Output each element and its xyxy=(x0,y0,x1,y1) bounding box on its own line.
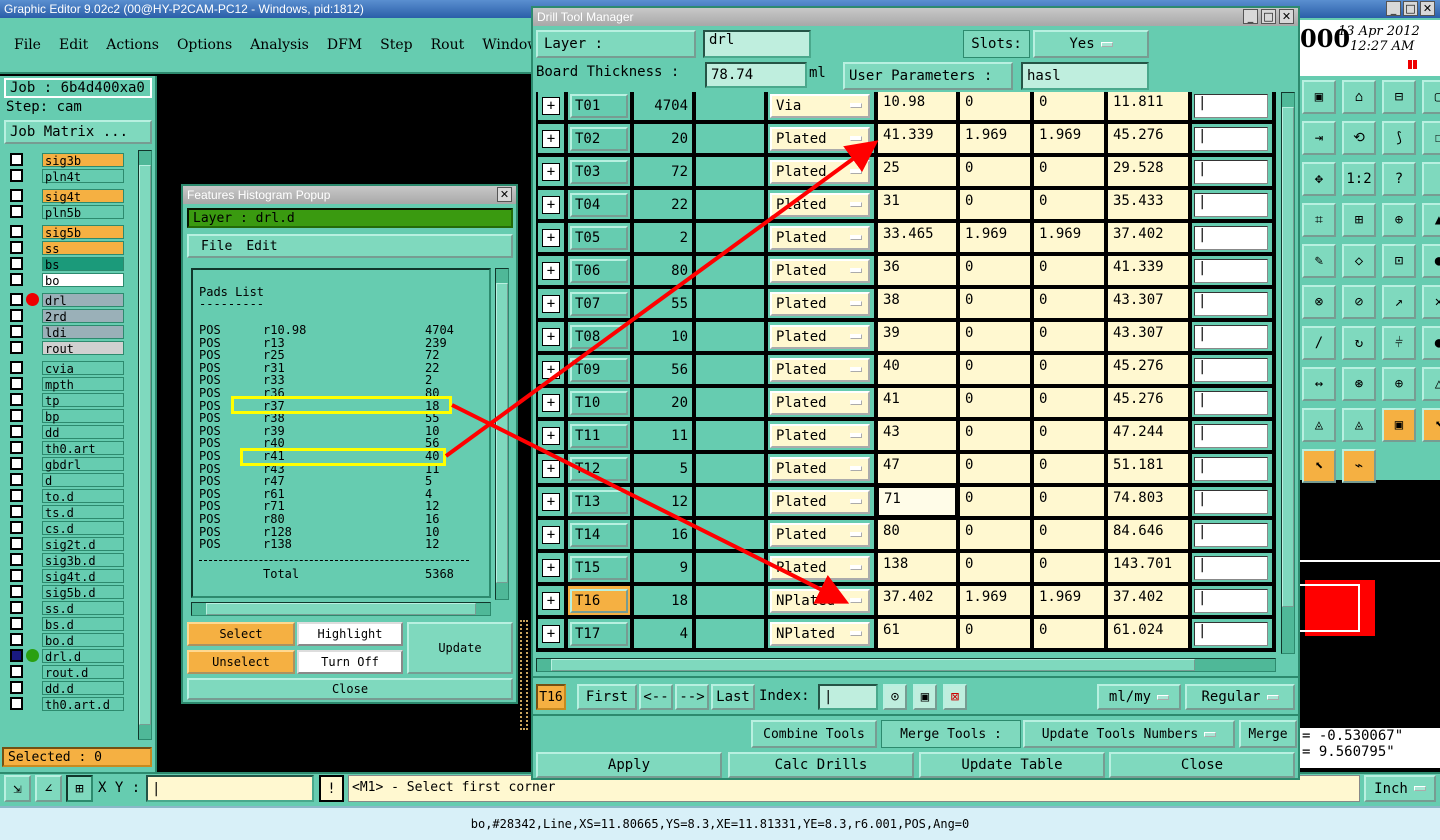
arrow-r37-to-t16 xyxy=(451,403,850,604)
annotation-arrows xyxy=(444,140,879,604)
arrow-r41-to-t02 xyxy=(444,140,879,458)
